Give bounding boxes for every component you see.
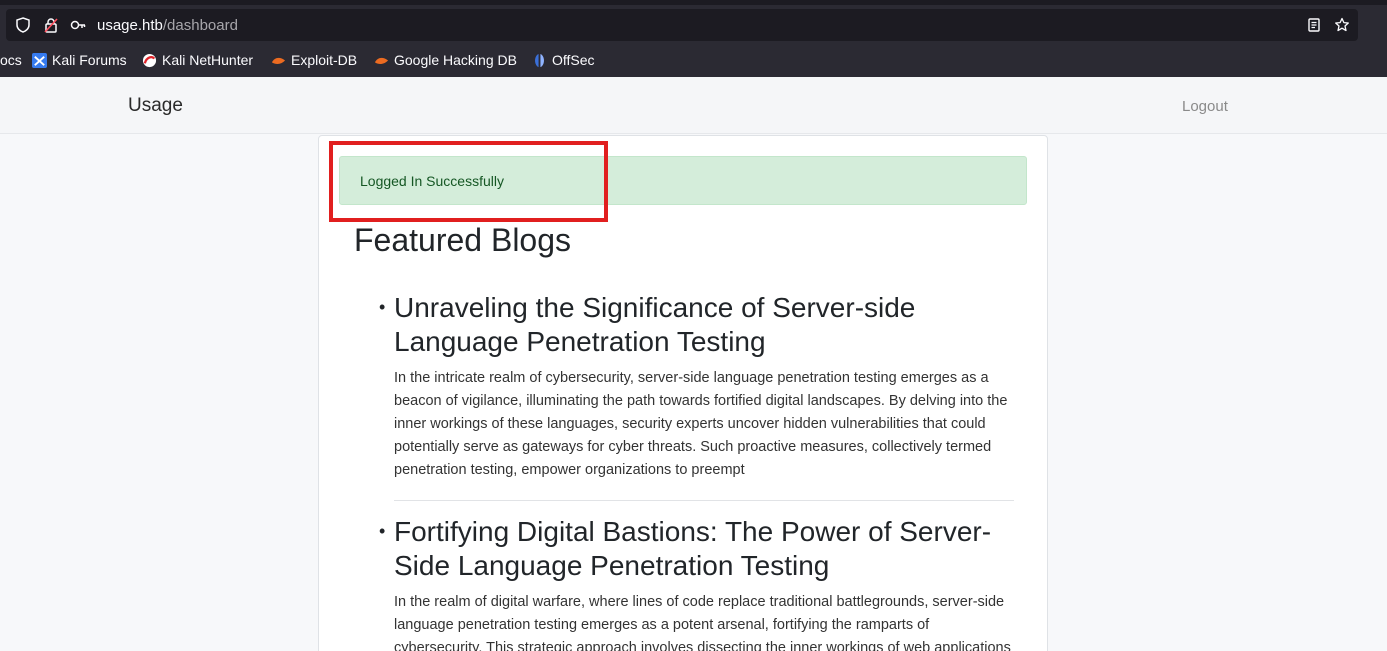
bookmark-label: Kali Forums (52, 52, 127, 68)
bookmark-label: ocs (0, 52, 22, 68)
address-bar[interactable]: usage.htb/dashboard (6, 9, 1358, 41)
url-text[interactable]: usage.htb/dashboard (97, 17, 238, 34)
bullet-icon: • (379, 297, 386, 317)
bookmark-label: Exploit-DB (291, 52, 358, 68)
section-title: Featured Blogs (354, 222, 572, 258)
offsec-icon (535, 53, 544, 67)
blog-post-title[interactable]: Unraveling the Significance of Server-si… (394, 291, 1014, 359)
browser-chrome: usage.htb/dashboard ocs Kali Forums Kali… (0, 0, 1387, 77)
bookmark-label: Kali NetHunter (162, 52, 254, 68)
ghdb-icon (374, 57, 389, 64)
site-navbar: Usage Logout (0, 77, 1387, 134)
exploit-db-icon (271, 57, 286, 64)
dashboard-card: Logged In Successfully Featured Blogs • … (318, 135, 1048, 651)
reader-view-icon[interactable] (1306, 17, 1322, 33)
bookmark-star-icon[interactable] (1334, 17, 1350, 33)
blog-post: • Fortifying Digital Bastions: The Power… (379, 515, 1014, 651)
success-alert: Logged In Successfully (339, 156, 1027, 205)
post-divider (394, 500, 1014, 501)
tab-strip (0, 0, 1387, 5)
blog-post: • Unraveling the Significance of Server-… (379, 291, 1014, 501)
bookmark-label: OffSec (552, 52, 595, 68)
bullet-icon: • (379, 521, 386, 541)
alert-message: Logged In Successfully (360, 173, 504, 189)
bookmark-exploit-db[interactable]: Exploit-DB (271, 52, 357, 68)
url-host: usage.htb (97, 17, 163, 34)
key-icon[interactable] (70, 17, 86, 33)
bookmark-kali-forums[interactable]: Kali Forums (32, 52, 127, 68)
bookmark-kali-docs[interactable]: ocs (0, 52, 22, 68)
kali-nethunter-icon (142, 53, 157, 67)
bookmark-kali-nethunter[interactable]: Kali NetHunter (142, 52, 253, 68)
bookmarks-toolbar: ocs Kali Forums Kali NetHunter Exploit-D… (0, 48, 1387, 74)
blog-post-excerpt: In the realm of digital warfare, where l… (394, 594, 1011, 651)
insecure-lock-icon[interactable] (43, 17, 59, 33)
logout-link[interactable]: Logout (1182, 98, 1228, 115)
blog-post-excerpt: In the intricate realm of cybersecurity,… (394, 370, 1008, 478)
brand-link[interactable]: Usage (128, 95, 183, 117)
kali-forums-icon (32, 52, 47, 68)
blog-post-title[interactable]: Fortifying Digital Bastions: The Power o… (394, 515, 1014, 583)
shield-icon[interactable] (15, 17, 31, 33)
url-path: /dashboard (162, 17, 238, 34)
bookmark-label: Google Hacking DB (394, 52, 517, 68)
bookmark-offsec[interactable]: OffSec (532, 52, 595, 68)
bookmark-google-hacking-db[interactable]: Google Hacking DB (374, 52, 517, 68)
